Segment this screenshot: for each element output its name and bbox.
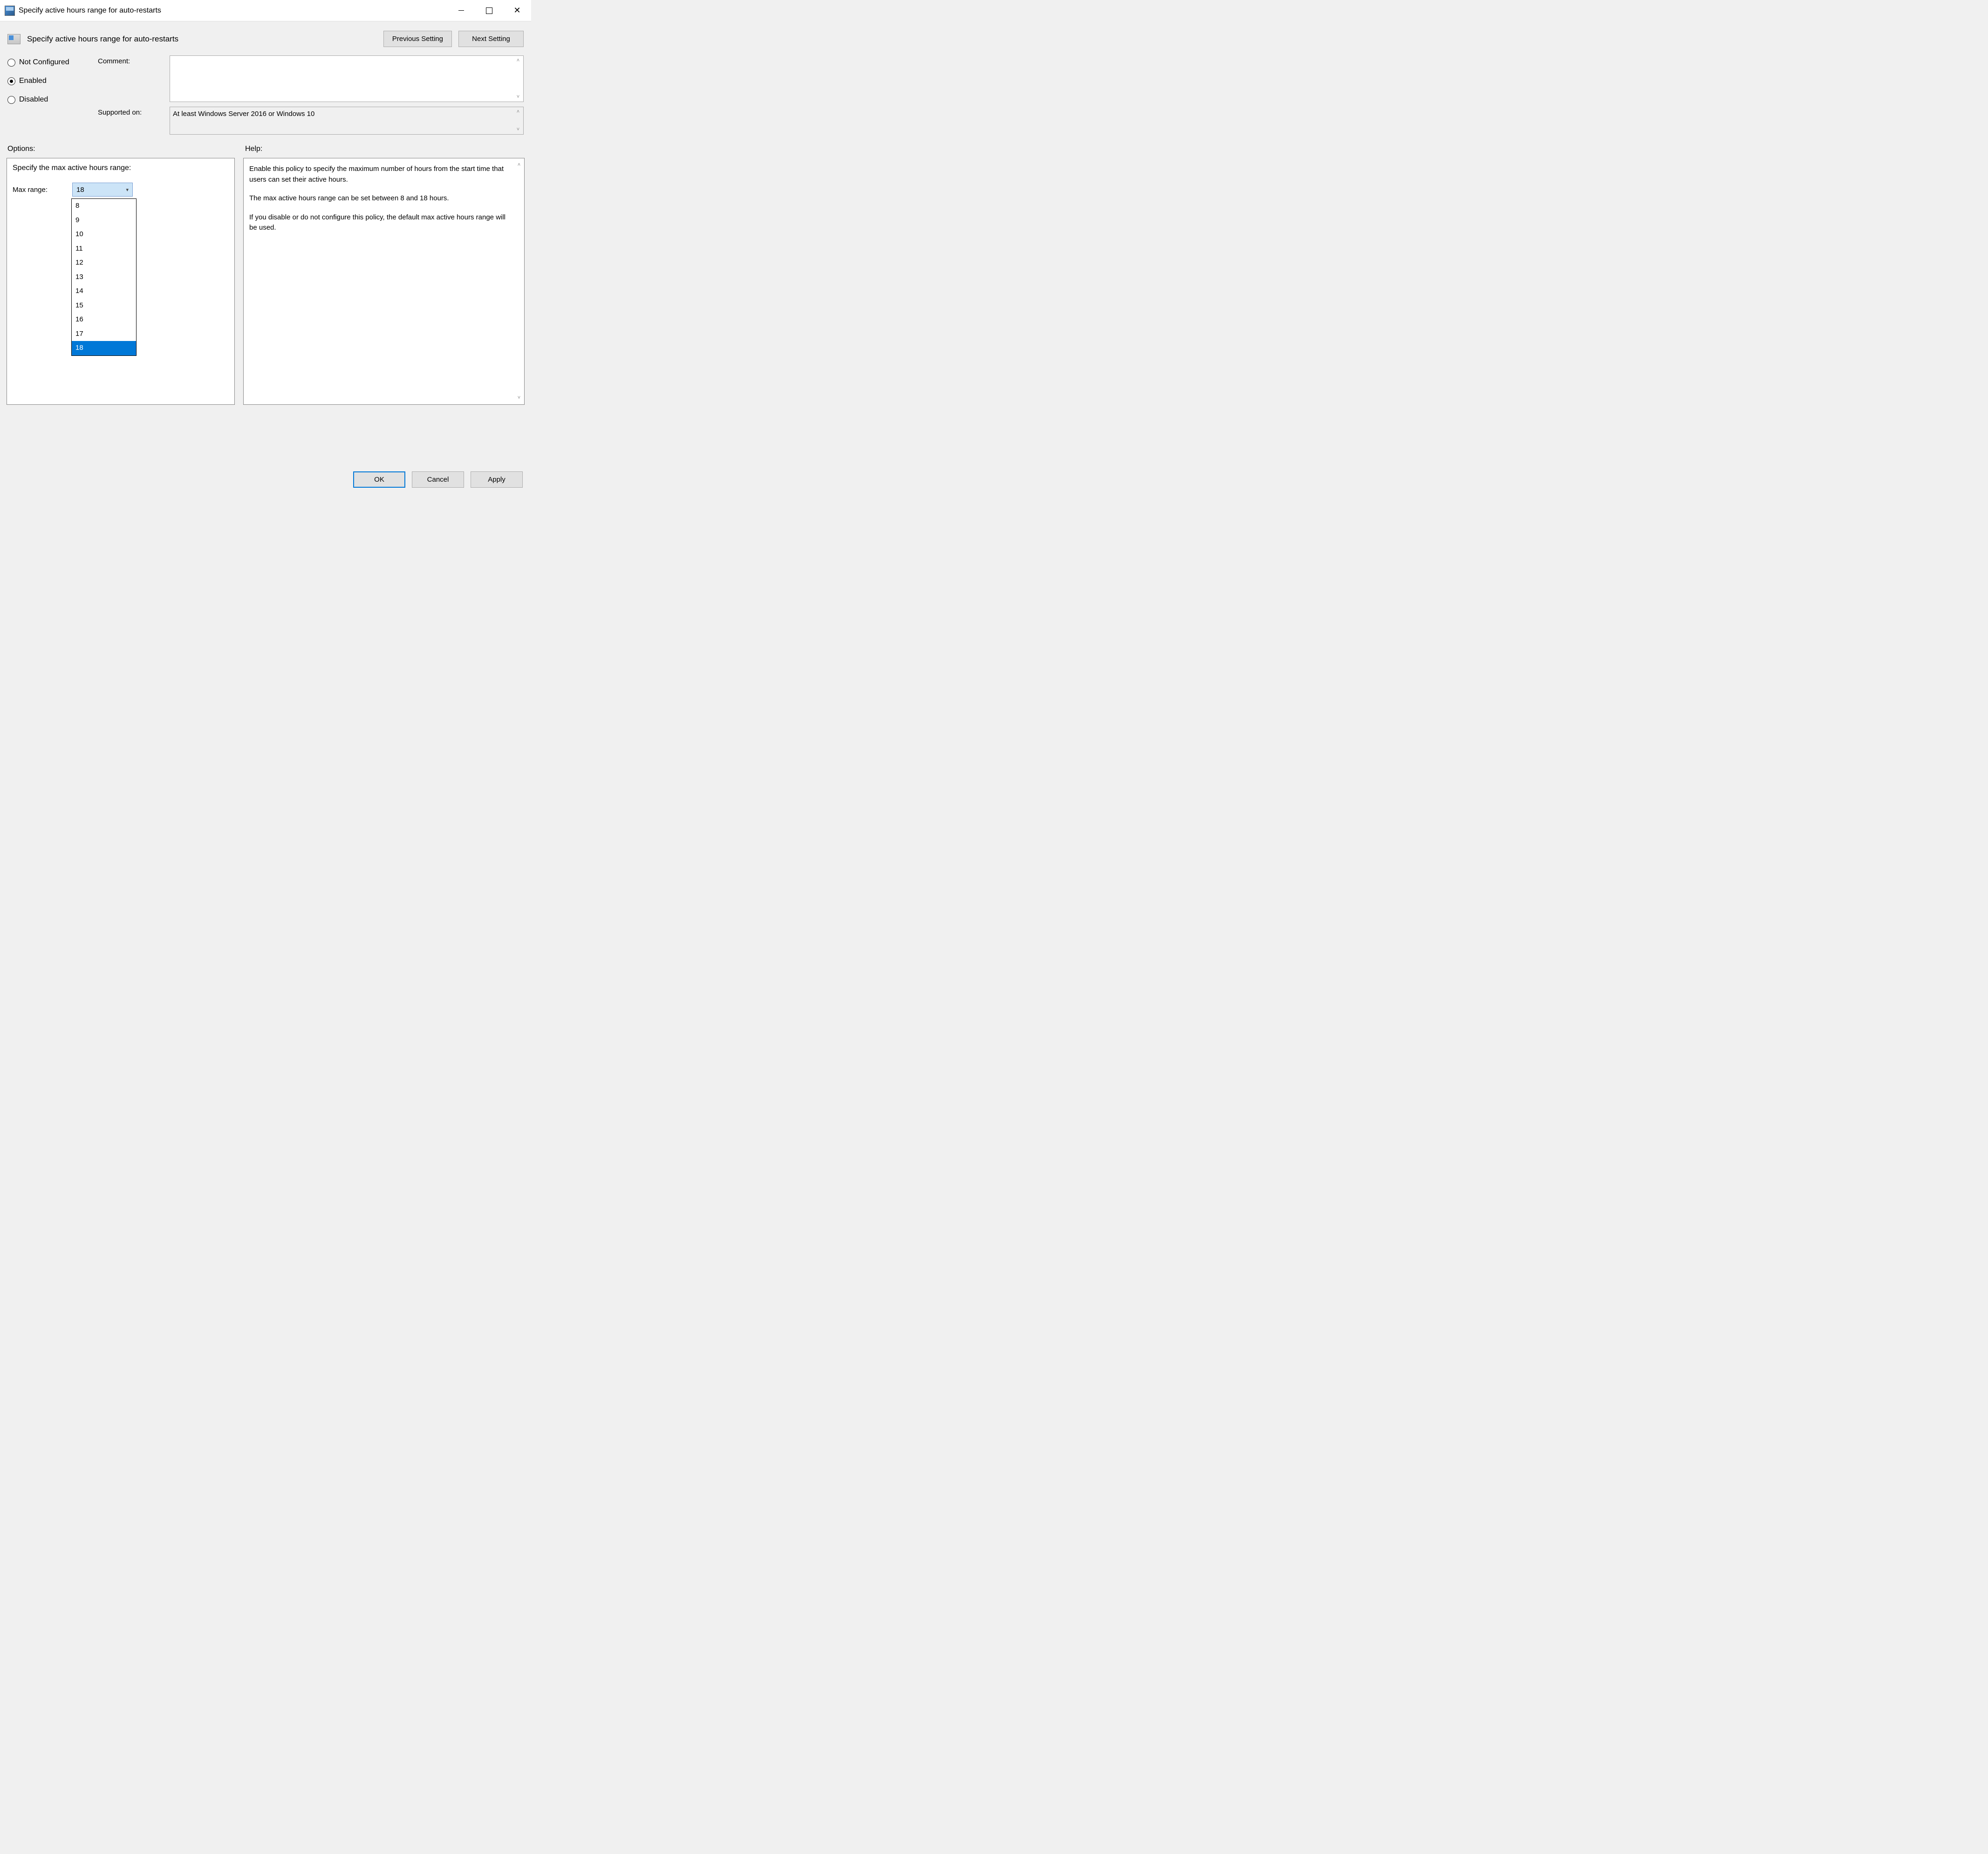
cancel-button[interactable]: Cancel bbox=[412, 471, 464, 488]
state-radios: Not Configured Enabled Disabled bbox=[7, 58, 91, 104]
comment-input[interactable]: ˄ ˅ bbox=[170, 55, 524, 102]
help-paragraph: If you disable or do not configure this … bbox=[249, 212, 510, 233]
radio-label: Enabled bbox=[19, 77, 47, 85]
radio-disabled[interactable]: Disabled bbox=[7, 95, 91, 104]
previous-setting-button[interactable]: Previous Setting bbox=[383, 31, 452, 47]
dropdown-item[interactable]: 15 bbox=[72, 299, 136, 313]
help-paragraph: Enable this policy to specify the maximu… bbox=[249, 164, 510, 185]
chevron-down-icon[interactable]: ˅ bbox=[517, 394, 521, 402]
chevron-up-icon[interactable]: ˄ bbox=[517, 161, 521, 169]
next-setting-button[interactable]: Next Setting bbox=[458, 31, 524, 47]
policy-title: Specify active hours range for auto-rest… bbox=[27, 34, 178, 44]
apply-button[interactable]: Apply bbox=[471, 471, 523, 488]
chevron-up-icon: ˄ bbox=[516, 109, 520, 115]
dropdown-item[interactable]: 16 bbox=[72, 313, 136, 327]
chevron-down-icon[interactable]: ˅ bbox=[516, 94, 520, 100]
dropdown-item[interactable]: 18 bbox=[72, 341, 136, 355]
chevron-down-icon: ▾ bbox=[126, 187, 129, 193]
window-controls: ✕ bbox=[447, 0, 531, 21]
minimize-button[interactable] bbox=[447, 0, 475, 21]
dropdown-item[interactable]: 14 bbox=[72, 284, 136, 299]
radio-icon bbox=[7, 77, 15, 85]
radio-enabled[interactable]: Enabled bbox=[7, 77, 91, 85]
options-panel: Specify the max active hours range: Max … bbox=[7, 158, 235, 405]
options-label: Options: bbox=[7, 145, 236, 153]
comment-label: Comment: bbox=[98, 55, 163, 65]
dropdown-item[interactable]: 9 bbox=[72, 213, 136, 228]
dropdown-item[interactable]: 10 bbox=[72, 227, 136, 242]
dropdown-item[interactable]: 8 bbox=[72, 199, 136, 213]
max-range-label: Max range: bbox=[13, 186, 67, 194]
window-title: Specify active hours range for auto-rest… bbox=[19, 7, 161, 15]
max-range-combo[interactable]: 18 ▾ bbox=[72, 183, 133, 197]
titlebar: Specify active hours range for auto-rest… bbox=[0, 0, 531, 21]
chevron-down-icon: ˅ bbox=[516, 127, 520, 132]
radio-icon bbox=[7, 59, 15, 67]
dropdown-item[interactable]: 17 bbox=[72, 327, 136, 341]
policy-header: Specify active hours range for auto-rest… bbox=[0, 21, 531, 53]
supported-label: Supported on: bbox=[98, 107, 163, 116]
help-paragraph: The max active hours range can be set be… bbox=[249, 193, 510, 204]
config-row: Not Configured Enabled Disabled Comment:… bbox=[0, 53, 531, 140]
supported-value: At least Windows Server 2016 or Windows … bbox=[173, 110, 314, 118]
help-panel: ˄ ˅ Enable this policy to specify the ma… bbox=[243, 158, 525, 405]
close-button[interactable]: ✕ bbox=[503, 0, 531, 21]
help-label: Help: bbox=[245, 145, 262, 153]
policy-icon bbox=[7, 34, 20, 44]
chevron-up-icon[interactable]: ˄ bbox=[516, 58, 520, 63]
option-title: Specify the max active hours range: bbox=[13, 164, 229, 172]
radio-not-configured[interactable]: Not Configured bbox=[7, 58, 91, 67]
radio-label: Disabled bbox=[19, 95, 48, 104]
max-range-dropdown: 89101112131415161718 bbox=[71, 198, 137, 356]
app-icon bbox=[5, 6, 15, 16]
radio-icon bbox=[7, 96, 15, 104]
ok-button[interactable]: OK bbox=[353, 471, 405, 488]
dropdown-item[interactable]: 11 bbox=[72, 242, 136, 256]
combo-value: 18 bbox=[76, 186, 84, 194]
dropdown-item[interactable]: 12 bbox=[72, 256, 136, 270]
radio-label: Not Configured bbox=[19, 58, 69, 67]
dialog-footer: OK Cancel Apply bbox=[0, 467, 531, 495]
dropdown-item[interactable]: 13 bbox=[72, 270, 136, 285]
maximize-button[interactable] bbox=[475, 0, 503, 21]
supported-on-box: At least Windows Server 2016 or Windows … bbox=[170, 107, 524, 135]
